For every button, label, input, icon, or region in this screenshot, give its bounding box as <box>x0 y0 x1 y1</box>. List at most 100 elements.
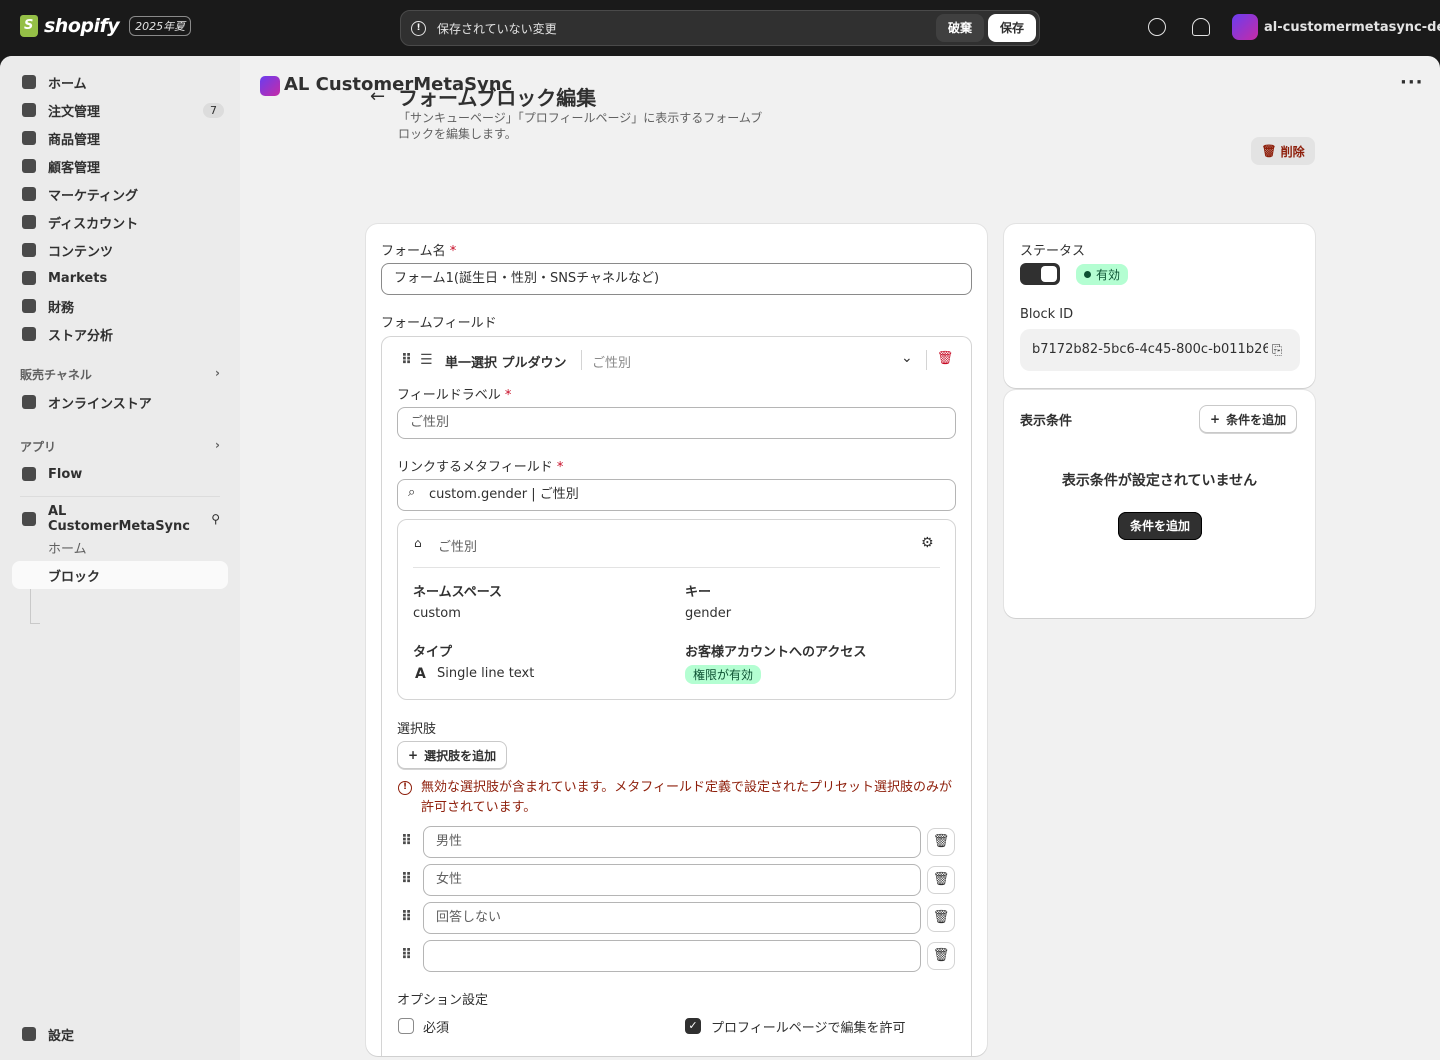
delete-choice-icon[interactable]: 🗑 <box>927 866 955 894</box>
delete-field-icon[interactable]: 🗑 <box>931 346 959 374</box>
required-label: 必須 <box>423 1021 450 1036</box>
sidebar-item-label: ホーム <box>48 76 87 92</box>
sidebar-item-label: Flow <box>48 466 83 482</box>
add-condition-button[interactable]: + 条件を追加 <box>1199 405 1298 433</box>
drag-handle-icon[interactable]: ⠿ <box>401 833 412 849</box>
more-actions-icon[interactable]: ··· <box>1400 72 1424 93</box>
store-menu[interactable]: al-customermetasync-de... <box>1232 14 1440 40</box>
namespace-label: ネームスペース <box>413 585 503 600</box>
sidebar-subitem-blocks[interactable]: ブロック <box>12 561 228 589</box>
sidebar-item-settings[interactable]: 設定 <box>12 1020 228 1048</box>
form-name-label: フォーム名 * <box>381 244 457 259</box>
gear-icon[interactable]: ⚙ <box>921 535 934 551</box>
block-id-field[interactable]: b7172b82-5bc6-4c45-800c-b011b26 <box>1020 329 1300 371</box>
status-text: 有効 <box>1096 268 1121 282</box>
app-icon <box>260 76 280 96</box>
options-label: オプション設定 <box>397 993 489 1008</box>
apps-section[interactable]: アプリ › <box>20 438 224 455</box>
sidebar-item-customers[interactable]: 顧客管理 <box>12 152 228 180</box>
search-icon: ⌕ <box>408 485 416 500</box>
access-label: お客様アカウントへのアクセス <box>685 645 867 660</box>
page-subtitle: 「サンキューページ」「プロフィールページ」に表示するフォームブロックを編集します… <box>398 111 763 141</box>
field-name: ご性別 <box>592 356 632 371</box>
top-bar: shopify 2025年夏 ! 保存されていない変更 破棄 保存 al-cus… <box>0 0 1440 56</box>
status-toggle[interactable] <box>1020 263 1060 285</box>
delete-choice-icon[interactable]: 🗑 <box>927 942 955 970</box>
choice-input[interactable] <box>423 940 921 972</box>
sidebar-item-markets[interactable]: Markets <box>12 264 228 292</box>
section-label: アプリ <box>20 440 57 454</box>
add-choice-button[interactable]: + 選択肢を追加 <box>397 741 508 769</box>
add-condition-label: 条件を追加 <box>1226 412 1287 427</box>
shopify-logo[interactable]: shopify 2025年夏 <box>20 15 192 37</box>
type-value: Single line text <box>437 666 535 681</box>
required-checkbox[interactable] <box>398 1018 414 1034</box>
form-fields-label: フォームフィールド <box>381 316 497 331</box>
orders-count-badge: 7 <box>203 102 224 118</box>
delete-choice-icon[interactable]: 🗑 <box>927 904 955 932</box>
sidebar-item-analytics[interactable]: ストア分析 <box>12 320 228 348</box>
error-icon: ! <box>398 781 412 795</box>
drag-handle-icon[interactable]: ⠿ <box>401 947 412 963</box>
add-choice-label: 選択肢を追加 <box>424 748 497 763</box>
logo-text: shopify <box>44 15 120 37</box>
metafield-search-input[interactable]: custom.gender | ご性別 <box>397 479 956 511</box>
discount-icon <box>22 215 36 229</box>
choice-input[interactable]: 女性 <box>423 864 921 896</box>
sidebar-item-label: 財務 <box>48 300 75 316</box>
drag-handle-icon[interactable]: ⠿ <box>401 909 412 925</box>
sidebar-item-home[interactable]: ホーム <box>12 68 228 96</box>
trash-icon: 🗑 <box>1261 144 1277 158</box>
sidebar-item-products[interactable]: 商品管理 <box>12 124 228 152</box>
sidebar-item-marketing[interactable]: マーケティング <box>12 180 228 208</box>
tree-branch <box>30 623 40 624</box>
divider <box>581 350 582 370</box>
empty-conditions-message: 表示条件が設定されていません <box>1061 473 1258 489</box>
access-badge: 権限が有効 <box>685 665 762 684</box>
inbox-icon <box>22 103 36 117</box>
text-type-icon: A <box>415 666 426 682</box>
flow-icon <box>22 467 36 481</box>
tag-icon <box>22 131 36 145</box>
back-arrow-icon[interactable]: ← <box>370 86 385 107</box>
globe-icon <box>22 271 36 285</box>
divider <box>413 567 940 568</box>
sidekick-icon[interactable] <box>1148 18 1166 36</box>
pin-icon[interactable]: ⚲ <box>211 512 220 526</box>
delete-choice-icon[interactable]: 🗑 <box>927 828 955 856</box>
field-label-label: フィールドラベル * <box>397 388 512 403</box>
drag-handle-icon[interactable]: ⠿ <box>401 352 412 368</box>
sidebar-item-discounts[interactable]: ディスカウント <box>12 208 228 236</box>
sidebar-item-online-store[interactable]: オンラインストア <box>12 388 228 416</box>
sidebar-item-app[interactable]: AL CustomerMetaSync ⚲ <box>12 504 228 534</box>
chevron-down-icon[interactable]: ⌄ <box>901 350 913 366</box>
bell-icon[interactable] <box>1192 18 1210 36</box>
sidebar-item-label: AL CustomerMetaSync <box>48 504 190 534</box>
editable-checkbox[interactable]: ✓ <box>685 1018 701 1034</box>
sidebar-item-label: ディスカウント <box>48 216 139 232</box>
sidebar-item-content[interactable]: コンテンツ <box>12 236 228 264</box>
sidebar-item-label: 注文管理 <box>48 104 101 120</box>
field-label-input[interactable]: ご性別 <box>397 407 956 439</box>
store-icon <box>22 395 36 409</box>
form-name-input[interactable]: フォーム1(誕生日・性別・SNSチャネルなど) <box>381 263 972 295</box>
chevron-right-icon: › <box>215 438 220 452</box>
contextual-save-bar: ! 保存されていない変更 破棄 保存 <box>400 10 1040 46</box>
sales-channels-section[interactable]: 販売チャネル › <box>20 366 224 383</box>
sidebar-item-flow[interactable]: Flow <box>12 460 228 488</box>
sidebar-item-finance[interactable]: 財務 <box>12 292 228 320</box>
edition-badge: 2025年夏 <box>129 16 192 36</box>
choice-input[interactable]: 男性 <box>423 826 921 858</box>
save-button[interactable]: 保存 <box>988 14 1036 42</box>
unsaved-message: 保存されていない変更 <box>437 22 557 36</box>
drag-handle-icon[interactable]: ⠿ <box>401 871 412 887</box>
block-id-value: b7172b82-5bc6-4c45-800c-b011b26 <box>1032 342 1271 357</box>
sidebar-item-orders[interactable]: 注文管理 7 <box>12 96 228 124</box>
choice-input[interactable]: 回答しない <box>423 902 921 934</box>
discard-button[interactable]: 破棄 <box>936 14 984 42</box>
sidebar-subitem-home[interactable]: ホーム <box>48 538 87 557</box>
copy-icon[interactable]: ⎘ <box>1268 343 1287 358</box>
status-label: ステータス <box>1020 244 1086 259</box>
add-condition-primary-button[interactable]: 条件を追加 <box>1118 512 1202 540</box>
delete-button[interactable]: 🗑 削除 <box>1251 137 1315 165</box>
